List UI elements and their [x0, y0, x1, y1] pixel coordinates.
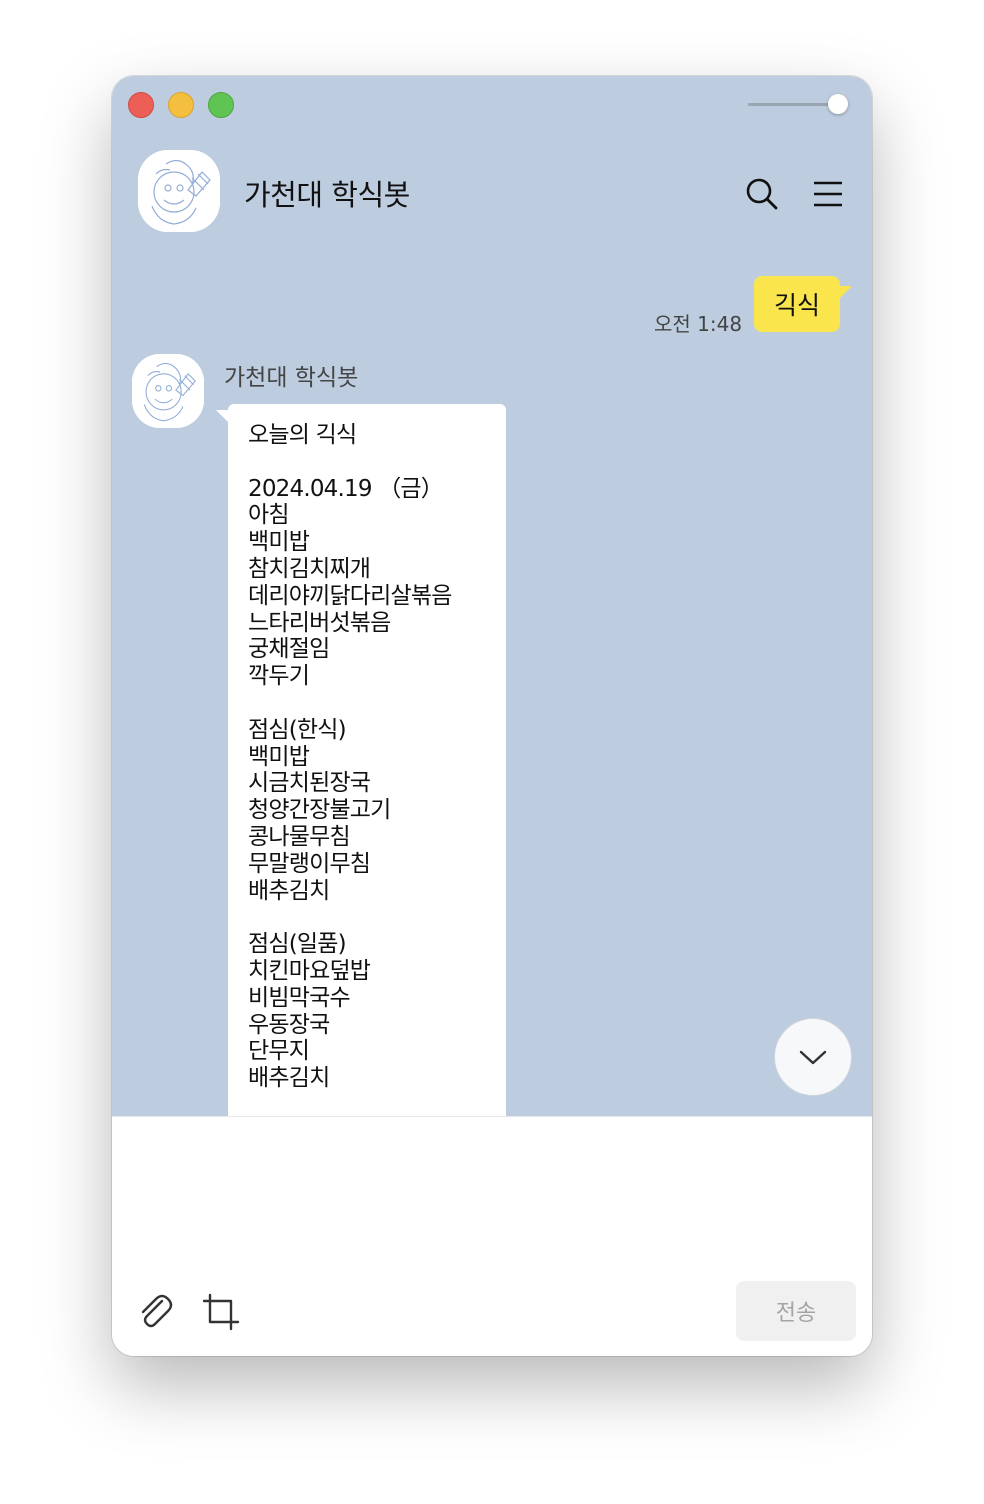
search-button[interactable] [742, 174, 782, 214]
chat-title: 가천대 학식봇 [244, 178, 410, 212]
send-button[interactable]: 전송 [736, 1281, 856, 1341]
attach-file-button[interactable] [134, 1291, 176, 1333]
capture-button[interactable] [200, 1291, 242, 1333]
outgoing-bubble-tail [838, 286, 852, 300]
chat-window: 가천대 학식봇 오전 1:48 긱식 가천대 학식봇 오늘의 긱식 2024.0… [112, 76, 872, 1356]
chat-area[interactable]: 가천대 학식봇 오전 1:48 긱식 가천대 학식봇 오늘의 긱식 2024.0… [112, 76, 872, 1116]
sender-avatar[interactable] [132, 354, 204, 428]
hamburger-menu-icon [814, 181, 842, 207]
paperclip-icon [141, 1294, 173, 1328]
outgoing-message-bubble[interactable]: 긱식 [754, 276, 840, 332]
opacity-slider-track[interactable] [748, 103, 836, 106]
window-maximize-button[interactable] [208, 92, 234, 118]
window-minimize-button[interactable] [168, 92, 194, 118]
search-icon [746, 178, 778, 210]
sender-name: 가천대 학식봇 [224, 365, 359, 391]
scroll-to-bottom-button[interactable] [774, 1018, 852, 1096]
incoming-message-bubble[interactable]: 오늘의 긱식 2024.04.19 （금） 아침 백미밥 참치김치찌개 데리야끼… [228, 404, 506, 1116]
window-close-button[interactable] [128, 92, 154, 118]
message-input-area: 전송 [112, 1116, 872, 1356]
chevron-down-icon [799, 1050, 827, 1065]
message-timestamp: 오전 1:48 [654, 312, 743, 336]
message-input[interactable] [132, 1129, 856, 1273]
opacity-slider-knob[interactable] [828, 94, 848, 114]
menu-button[interactable] [808, 174, 848, 214]
crop-icon [202, 1293, 240, 1331]
incoming-message-text: 오늘의 긱식 2024.04.19 （금） 아침 백미밥 참치김치찌개 데리야끼… [248, 422, 452, 1092]
chat-profile-avatar[interactable] [138, 150, 220, 232]
